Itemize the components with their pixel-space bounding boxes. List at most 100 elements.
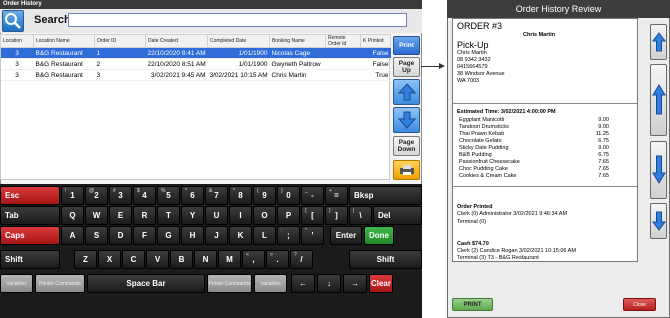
key-punct-0[interactable]: :;: [277, 226, 300, 245]
key-1[interactable]: @2: [85, 186, 108, 205]
page-down-button[interactable]: Page Down: [393, 136, 420, 156]
key-o[interactable]: O: [253, 206, 276, 225]
delete-key[interactable]: Del: [373, 206, 422, 225]
printer-commands-key-right[interactable]: Printer Commands: [207, 274, 252, 293]
col-order-id[interactable]: Order ID: [94, 34, 146, 48]
printer-commands-key-left[interactable]: Printer Commands: [35, 274, 85, 293]
key-5[interactable]: ^ 6: [181, 186, 204, 205]
cell: 3: [0, 47, 34, 59]
estimated-time: Estimated Time: 3/02/2021 4:00:00 PM: [457, 109, 556, 115]
caps-lock-key[interactable]: Caps: [0, 226, 60, 245]
key-w[interactable]: W: [85, 206, 108, 225]
key-a[interactable]: A: [61, 226, 84, 245]
col-remote-order-id[interactable]: Remote Order Id: [325, 34, 361, 48]
key-p[interactable]: P: [277, 206, 300, 225]
item-price: 11.25: [595, 131, 609, 137]
review-scroll-up-button[interactable]: [650, 64, 667, 136]
scroll-up-button[interactable]: [393, 79, 420, 105]
key-e[interactable]: E: [109, 206, 132, 225]
variables-key-right[interactable]: Variables: [254, 274, 287, 293]
search-icon[interactable]: [2, 10, 24, 32]
key-shift-label: :: [281, 228, 283, 234]
key-d[interactable]: D: [109, 226, 132, 245]
key-r[interactable]: R: [133, 206, 156, 225]
customer-state: WA 7003: [457, 78, 480, 84]
key-t[interactable]: T: [157, 206, 180, 225]
key-y[interactable]: Y: [181, 206, 204, 225]
review-scroll-top-button[interactable]: [650, 24, 667, 60]
key-k[interactable]: K: [229, 226, 252, 245]
key-c[interactable]: C: [122, 250, 145, 269]
key-x[interactable]: X: [98, 250, 121, 269]
key-s[interactable]: S: [85, 226, 108, 245]
key-11[interactable]: + =: [325, 186, 348, 205]
page-up-button[interactable]: Page Up: [393, 57, 420, 77]
col-booking-name[interactable]: Booking Name: [269, 34, 326, 48]
variables-key-left[interactable]: Variables: [0, 274, 33, 293]
key-m[interactable]: M: [218, 250, 241, 269]
arrow-right-key[interactable]: →: [343, 274, 367, 293]
key-bracket-0[interactable]: {[: [301, 206, 324, 225]
enter-key[interactable]: Enter: [330, 226, 362, 245]
shift-key-left[interactable]: Shift: [0, 250, 60, 269]
tab-key[interactable]: Tab: [0, 206, 60, 225]
col-date-created[interactable]: Date Created: [145, 34, 208, 48]
key-4[interactable]: % 5: [157, 186, 180, 205]
review-print-button[interactable]: PRINT: [452, 298, 493, 311]
key-z[interactable]: Z: [74, 250, 97, 269]
space-bar-key[interactable]: Space Bar: [87, 274, 205, 293]
key-q[interactable]: Q: [61, 206, 84, 225]
key-j[interactable]: J: [205, 226, 228, 245]
key-l[interactable]: L: [253, 226, 276, 245]
key-punct2-2[interactable]: ? /: [290, 250, 313, 269]
key-label: A: [69, 231, 76, 240]
scroll-down-button[interactable]: [393, 107, 420, 133]
key-3[interactable]: $4: [133, 186, 156, 205]
key-0[interactable]: ! 1: [61, 186, 84, 205]
shift-key-right[interactable]: Shift: [349, 250, 422, 269]
key-punct-1[interactable]: " ': [301, 226, 324, 245]
key-g[interactable]: G: [157, 226, 180, 245]
key-punct2-1[interactable]: >.: [266, 250, 289, 269]
col-completed-date[interactable]: Completed Date: [207, 34, 270, 48]
arrow-down-key[interactable]: ↓: [317, 274, 341, 293]
key-bracket-1[interactable]: }]: [325, 206, 348, 225]
key-2[interactable]: #3: [109, 186, 132, 205]
receipt-item: Cookies & Cream Cake 7.65: [459, 173, 609, 180]
done-key[interactable]: Done: [364, 226, 394, 245]
review-scroll-bottom-button[interactable]: [650, 203, 667, 239]
key-h[interactable]: H: [181, 226, 204, 245]
col-k-printed[interactable]: K Printed: [360, 34, 391, 48]
esc-key[interactable]: Esc: [0, 186, 60, 205]
table-row[interactable]: 3 B&G Restaurant 2 22/10/2020 8:51 AM 1/…: [0, 58, 391, 70]
close-button[interactable]: Close: [623, 298, 656, 311]
col-location-name[interactable]: Location Name: [33, 34, 95, 48]
clear-key[interactable]: Clear: [369, 274, 393, 293]
key-8[interactable]: (9: [253, 186, 276, 205]
key-7[interactable]: * 8: [229, 186, 252, 205]
review-scroll-down-button[interactable]: [650, 141, 667, 199]
receipt-panel[interactable]: ORDER #3 Chris Martin Pick-Up Chris Mart…: [452, 18, 638, 262]
cell: 22/10/2020 8:51 AM: [145, 58, 208, 70]
key-b[interactable]: B: [170, 250, 193, 269]
printer-button[interactable]: [393, 160, 420, 180]
key-9[interactable]: ) 0: [277, 186, 300, 205]
key-label: 1: [70, 191, 75, 200]
key-n[interactable]: N: [194, 250, 217, 269]
cell: [325, 58, 361, 70]
key-f[interactable]: F: [133, 226, 156, 245]
search-input[interactable]: [68, 13, 407, 27]
key-bracket-2[interactable]: | \: [349, 206, 372, 225]
backspace-key[interactable]: Bksp: [349, 186, 422, 205]
key-i[interactable]: I: [229, 206, 252, 225]
print-button[interactable]: Print: [393, 36, 420, 55]
key-6[interactable]: & 7: [205, 186, 228, 205]
table-row[interactable]: 3 B&G Restaurant 1 22/10/2020 8:41 AM 1/…: [0, 47, 391, 59]
key-punct2-0[interactable]: <,: [242, 250, 265, 269]
arrow-left-key[interactable]: ←: [291, 274, 315, 293]
col-location[interactable]: Location: [0, 34, 34, 48]
key-10[interactable]: _ -: [301, 186, 324, 205]
table-row[interactable]: 3 B&G Restaurant 3 3/02/2021 9:45 AM 3/0…: [0, 69, 391, 81]
key-v[interactable]: V: [146, 250, 169, 269]
key-u[interactable]: U: [205, 206, 228, 225]
